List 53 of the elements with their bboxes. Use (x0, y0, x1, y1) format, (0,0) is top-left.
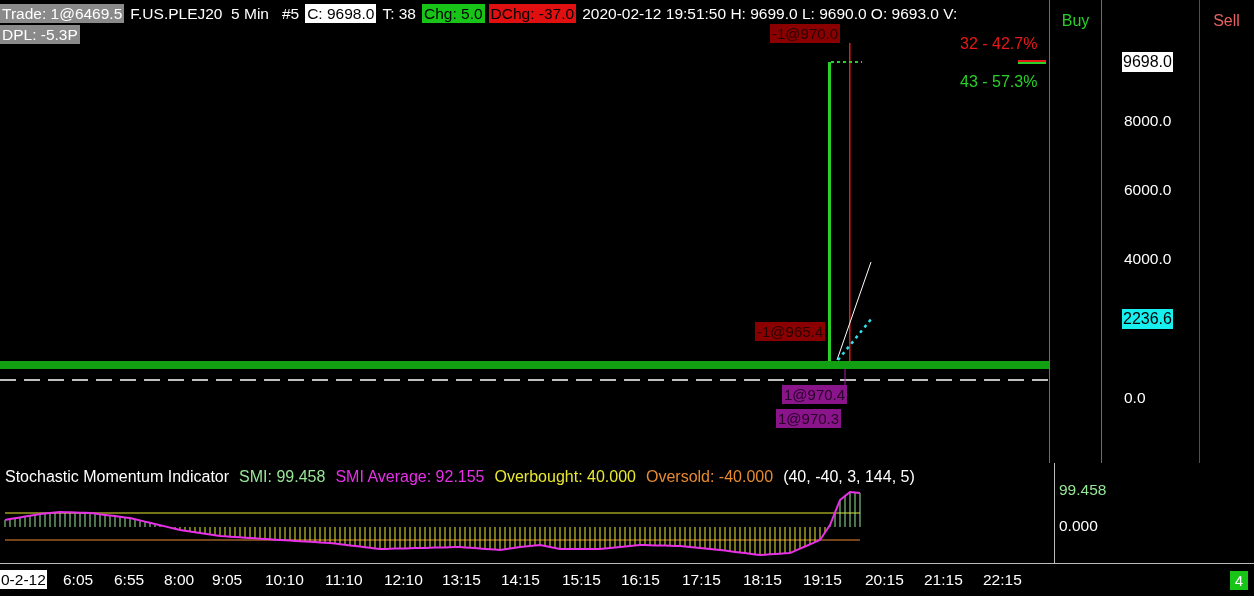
price-tick: 8000.0 (1124, 112, 1172, 130)
buy-label[interactable]: Buy (1061, 12, 1090, 32)
dotted-line (830, 61, 863, 63)
order-label: 1@970.3 (776, 409, 842, 428)
trade-stat: 32 - 42.7% (960, 35, 1038, 53)
time-label: 8:00 (163, 570, 196, 589)
price-marker: 9698.0 (1122, 52, 1173, 72)
time-label: 15:15 (561, 570, 602, 589)
time-label: 18:15 (742, 570, 783, 589)
time-label: 22:15 (982, 570, 1023, 589)
legend-item: SMI: 99.458 (239, 468, 326, 486)
header-field: DChg: -37.0 (488, 4, 577, 23)
order-label: -1@965.4 (755, 322, 826, 341)
time-label: 13:15 (441, 570, 482, 589)
level-marker (1018, 60, 1046, 64)
time-label: 9:05 (211, 570, 244, 589)
header-field: C: 9698.0 (305, 4, 377, 23)
time-label: 14:15 (500, 570, 541, 589)
price-tick: 4000.0 (1124, 250, 1172, 268)
header-field: F.US.PLEJ20 5 Min #5 (128, 4, 302, 23)
time-label: 16:15 (620, 570, 661, 589)
header-field: Chg: 5.0 (422, 4, 485, 23)
page-badge: 4 (1229, 571, 1248, 590)
header-field: T: 38 (380, 4, 418, 23)
time-label: 21:15 (923, 570, 964, 589)
price-tick: 0.0 (1124, 389, 1146, 407)
time-label: 10:10 (264, 570, 305, 589)
indicator-params: (40, -40, 3, 144, 5) (783, 468, 915, 486)
price-marker: 2236.6 (1122, 309, 1173, 329)
time-label: 6:05 (62, 570, 95, 589)
time-label: 19:15 (802, 570, 843, 589)
connector-line (844, 368, 846, 388)
time-label: 6:55 (113, 570, 146, 589)
indicator-tick: 0.000 (1059, 517, 1098, 535)
time-label: 12:10 (383, 570, 424, 589)
time-label: 20:15 (864, 570, 905, 589)
trade-stat: 43 - 57.3% (960, 73, 1038, 91)
legend-item: Oversold: -40.000 (645, 468, 774, 486)
indicator-title: Stochastic Momentum Indicator (5, 468, 230, 486)
indicator-tick: 99.458 (1059, 481, 1107, 499)
dpl-value: DPL: -5.3P (0, 25, 80, 44)
header-field: 2020-02-12 19:51:50 H: 9699.0 L: 9690.0 O: 9693.0 V: (580, 4, 960, 23)
order-label: -1@970.0 (770, 24, 841, 43)
price-tick: 6000.0 (1124, 181, 1172, 199)
time-label: 0-2-12 (0, 570, 47, 589)
time-label: 17:15 (681, 570, 722, 589)
time-label: 11:10 (324, 570, 364, 589)
order-label: 1@970.4 (782, 385, 848, 404)
legend-item: Overbought: 40.000 (494, 468, 636, 486)
sell-label[interactable]: Sell (1213, 12, 1240, 32)
legend-item: SMI Average: 92.155 (335, 468, 485, 486)
header-field: Trade: 1@6469.5 (0, 4, 125, 23)
dotted-line (837, 317, 873, 361)
